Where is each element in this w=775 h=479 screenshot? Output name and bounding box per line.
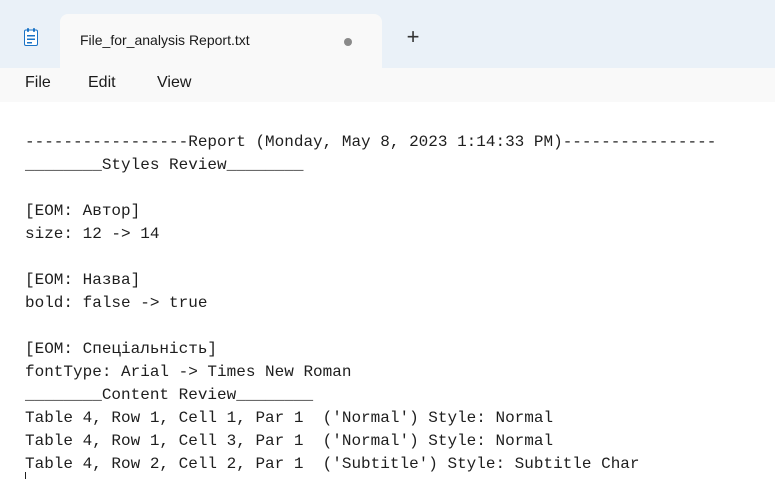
- text-line: [25, 177, 716, 200]
- notepad-window: File_for_analysis Report.txt + File Edit…: [0, 0, 775, 479]
- menu-file[interactable]: File: [25, 74, 51, 92]
- text-line: [EOM: Спеціальність]: [25, 340, 218, 358]
- text-line: Table 4, Row 1, Cell 3, Par 1 ('Normal')…: [25, 432, 554, 450]
- menu-bar: File Edit View: [0, 68, 775, 102]
- text-line: size: 12 -> 14: [25, 225, 160, 243]
- text-line: Table 4, Row 1, Cell 1, Par 1 ('Normal')…: [25, 409, 554, 427]
- text-line: [EOM: Автор]: [25, 202, 141, 220]
- editor-content: -----------------Report (Monday, May 8, …: [25, 131, 716, 476]
- text-line: ________Styles Review________: [25, 156, 304, 174]
- text-line: [EOM: Назва]: [25, 271, 141, 289]
- text-line: -----------------Report (Monday, May 8, …: [25, 133, 717, 151]
- notepad-icon[interactable]: [24, 28, 38, 46]
- text-line: ________Content Review________: [25, 386, 314, 404]
- menu-view[interactable]: View: [157, 74, 191, 92]
- text-line: Table 4, Row 2, Cell 2, Par 1 ('Subtitle…: [25, 455, 640, 473]
- unsaved-dot-icon[interactable]: [344, 38, 352, 46]
- tab-bar: File_for_analysis Report.txt +: [0, 0, 775, 68]
- menu-edit[interactable]: Edit: [88, 74, 116, 92]
- tab-file-report[interactable]: File_for_analysis Report.txt: [60, 14, 382, 68]
- text-line: bold: false -> true: [25, 294, 208, 312]
- text-caret: [25, 472, 26, 479]
- tab-title: File_for_analysis Report.txt: [80, 32, 250, 48]
- text-line: [25, 246, 716, 269]
- text-editor[interactable]: -----------------Report (Monday, May 8, …: [0, 102, 775, 479]
- text-line: fontType: Arial -> Times New Roman: [25, 363, 352, 381]
- text-line: [25, 315, 716, 338]
- new-tab-button[interactable]: +: [398, 22, 428, 52]
